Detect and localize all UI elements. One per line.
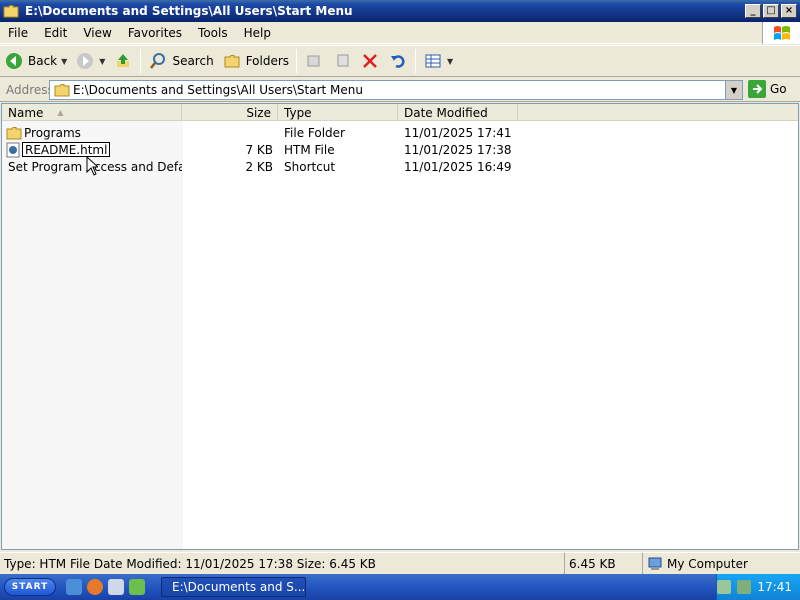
address-dropdown-button[interactable]: ▼ (725, 81, 742, 99)
menu-tools[interactable]: Tools (190, 26, 236, 40)
undo-button[interactable] (384, 48, 412, 74)
search-label: Search (172, 54, 214, 68)
tray-safely-remove-icon[interactable] (717, 580, 732, 594)
quick-launch-email-icon[interactable] (108, 579, 124, 595)
go-arrow-icon (748, 80, 766, 98)
file-date-modified: 11/01/2025 17:41 (404, 125, 512, 140)
folder-icon (54, 84, 70, 97)
move-to-button[interactable] (300, 48, 328, 74)
folders-button[interactable]: Folders (218, 48, 293, 74)
sorted-column-shade (2, 121, 183, 549)
quick-launch-browser-icon[interactable] (66, 579, 82, 595)
column-header-row: Name ▲ Size Type Date Modified (2, 104, 798, 121)
folders-label: Folders (245, 54, 290, 68)
folder-icon (3, 5, 19, 18)
file-name: Programs (24, 125, 81, 140)
chevron-down-icon[interactable]: ▼ (61, 57, 67, 66)
views-grid-icon (423, 51, 443, 71)
delete-button[interactable] (356, 48, 384, 74)
quick-launch (66, 579, 145, 595)
html-file-icon (6, 142, 20, 157)
folder-icon (6, 126, 22, 139)
quick-launch-app-icon[interactable] (129, 579, 145, 595)
up-folder-button[interactable] (109, 48, 137, 74)
status-size: 6.45 KB (565, 553, 643, 574)
folders-icon (222, 51, 242, 71)
status-bar: Type: HTM File Date Modified: 11/01/2025… (0, 552, 800, 574)
toolbar: Back ▼ ▼ Search Folders ▼ (0, 45, 800, 77)
toolbar-separator (140, 49, 142, 73)
file-size: 2 KB (245, 159, 273, 174)
back-arrow-icon (4, 51, 24, 71)
column-header-date-modified[interactable]: Date Modified (398, 104, 518, 121)
address-field[interactable]: E:\Documents and Settings\All Users\Star… (49, 80, 743, 100)
file-list-view[interactable]: Name ▲ Size Type Date Modified Programs … (1, 103, 799, 550)
move-to-icon (304, 51, 324, 71)
back-button[interactable]: Back ▼ (0, 48, 71, 74)
up-arrow-icon (113, 51, 133, 71)
file-type: HTM File (284, 142, 335, 157)
taskbar-window-label: E:\Documents and S... (172, 580, 306, 594)
window-title-bar[interactable]: E:\Documents and Settings\All Users\Star… (0, 0, 800, 22)
system-tray: 17:41 (716, 574, 800, 600)
start-button[interactable]: START (4, 578, 56, 596)
file-type: File Folder (284, 125, 345, 140)
taskbar-window-button[interactable]: E:\Documents and S... (161, 577, 306, 597)
file-type: Shortcut (284, 159, 336, 174)
tray-clock[interactable]: 17:41 (757, 580, 792, 594)
status-zone-label: My Computer (667, 556, 748, 571)
column-header-name[interactable]: Name ▲ (2, 104, 182, 121)
search-button[interactable]: Search (144, 48, 217, 74)
back-label: Back (28, 54, 58, 68)
status-info: Type: HTM File Date Modified: 11/01/2025… (0, 553, 565, 574)
file-date-modified: 11/01/2025 17:38 (404, 142, 512, 157)
delete-x-icon (360, 51, 380, 71)
mouse-cursor-icon (86, 156, 98, 176)
taskbar: START E:\Documents and S... 17:41 (0, 574, 800, 600)
file-date-modified: 11/01/2025 16:49 (404, 159, 512, 174)
windows-logo-icon (762, 22, 800, 44)
address-value: E:\Documents and Settings\All Users\Star… (73, 83, 363, 97)
chevron-down-icon[interactable]: ▼ (99, 57, 105, 66)
sort-ascending-icon: ▲ (57, 108, 64, 117)
chevron-down-icon[interactable]: ▼ (447, 57, 453, 66)
maximize-button[interactable]: □ (763, 4, 779, 18)
undo-icon (388, 51, 408, 71)
tray-network-icon[interactable] (737, 580, 752, 594)
rename-field[interactable]: README.html (22, 142, 111, 157)
copy-to-button[interactable] (328, 48, 356, 74)
window-title: E:\Documents and Settings\All Users\Star… (25, 4, 353, 18)
forward-arrow-icon (75, 51, 95, 71)
menu-help[interactable]: Help (236, 26, 279, 40)
menu-edit[interactable]: Edit (36, 26, 75, 40)
menu-file[interactable]: File (0, 26, 36, 40)
minimize-button[interactable]: _ (745, 4, 761, 18)
forward-button[interactable]: ▼ (71, 48, 109, 74)
search-icon (148, 51, 168, 71)
toolbar-separator (415, 49, 417, 73)
toolbar-separator (296, 49, 298, 73)
go-label: Go (770, 82, 787, 96)
quick-launch-firefox-icon[interactable] (87, 579, 103, 595)
menu-view[interactable]: View (75, 26, 119, 40)
menu-bar: File Edit View Favorites Tools Help (0, 22, 800, 44)
file-size: 7 KB (245, 142, 273, 157)
column-header-size[interactable]: Size (182, 104, 278, 121)
copy-to-icon (332, 51, 352, 71)
status-zone: My Computer (643, 553, 800, 574)
column-header-type[interactable]: Type (278, 104, 398, 121)
go-button[interactable]: Go (748, 80, 787, 98)
my-computer-icon (648, 557, 662, 570)
close-button[interactable]: × (781, 4, 797, 18)
menu-favorites[interactable]: Favorites (120, 26, 190, 40)
views-button[interactable]: ▼ (419, 48, 457, 74)
address-bar: Address E:\Documents and Settings\All Us… (0, 78, 800, 102)
